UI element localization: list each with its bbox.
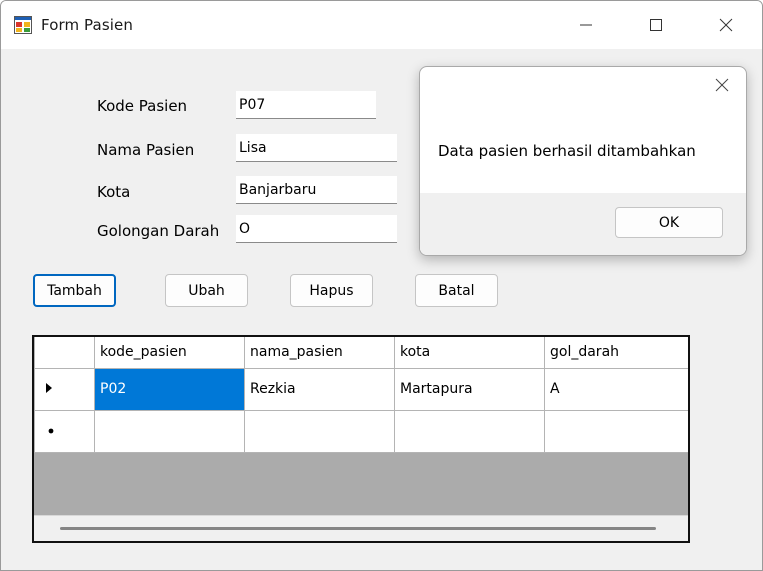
golongan-darah-field[interactable] [236, 215, 397, 243]
current-row-arrow-icon [45, 381, 53, 397]
kode-pasien-label: Kode Pasien [97, 97, 188, 115]
nama-pasien-label: Nama Pasien [97, 141, 195, 159]
grid-corner-header[interactable] [34, 337, 95, 369]
column-header-kode-pasien[interactable]: kode_pasien [94, 337, 245, 369]
horizontal-scrollbar[interactable] [34, 515, 688, 541]
tambah-button[interactable]: Tambah [33, 274, 116, 307]
grid-header-row: kode_pasien nama_pasien kota gol_darah [34, 337, 688, 369]
cell-kode-pasien[interactable]: P02 [94, 367, 245, 411]
minimize-button[interactable] [551, 1, 621, 49]
golongan-darah-label: Golongan Darah [97, 222, 220, 240]
new-cell-gol-darah[interactable] [544, 409, 688, 453]
dialog-footer: OK [420, 193, 746, 255]
app-form-icon [14, 16, 32, 34]
message-box-dialog: Data pasien berhasil ditambahkan OK [419, 66, 747, 256]
dialog-close-button[interactable] [712, 77, 732, 97]
column-header-kota[interactable]: kota [394, 337, 545, 369]
column-header-gol-darah[interactable]: gol_darah [544, 337, 688, 369]
column-header-nama-pasien[interactable]: nama_pasien [244, 337, 395, 369]
form-pasien-window: Form Pasien Kode Pasien Nama Pasien Kota… [0, 0, 763, 571]
nama-pasien-field[interactable] [236, 134, 397, 162]
close-button[interactable] [691, 1, 761, 49]
scrollbar-thumb[interactable] [60, 527, 656, 530]
cell-gol-darah[interactable]: A [544, 367, 688, 411]
kota-label: Kota [97, 183, 131, 201]
title-bar[interactable]: Form Pasien [1, 1, 762, 49]
minimize-icon [579, 18, 593, 32]
patient-data-grid[interactable]: kode_pasien nama_pasien kota gol_darah P… [32, 335, 690, 543]
cell-kota[interactable]: Martapura [394, 367, 545, 411]
ubah-button[interactable]: Ubah [165, 274, 248, 307]
kode-pasien-field[interactable] [236, 91, 376, 119]
row-header-new[interactable] [34, 409, 95, 453]
grid-table: kode_pasien nama_pasien kota gol_darah P… [34, 337, 688, 453]
cell-nama-pasien[interactable]: Rezkia [244, 367, 395, 411]
window-title: Form Pasien [41, 16, 133, 34]
batal-button[interactable]: Batal [415, 274, 498, 307]
new-cell-kota[interactable] [394, 409, 545, 453]
maximize-icon [649, 18, 663, 32]
table-row[interactable]: P02 Rezkia Martapura A [34, 367, 688, 411]
new-row-asterisk-icon [47, 423, 55, 439]
dialog-message: Data pasien berhasil ditambahkan [438, 142, 696, 160]
maximize-button[interactable] [621, 1, 691, 49]
close-icon [719, 18, 733, 32]
new-cell-nama-pasien[interactable] [244, 409, 395, 453]
hapus-button[interactable]: Hapus [290, 274, 373, 307]
kota-field[interactable] [236, 176, 397, 204]
new-row[interactable] [34, 409, 688, 453]
row-header-current[interactable] [34, 367, 95, 411]
ok-button[interactable]: OK [615, 207, 723, 238]
close-icon [715, 78, 729, 96]
new-cell-kode-pasien[interactable] [94, 409, 245, 453]
